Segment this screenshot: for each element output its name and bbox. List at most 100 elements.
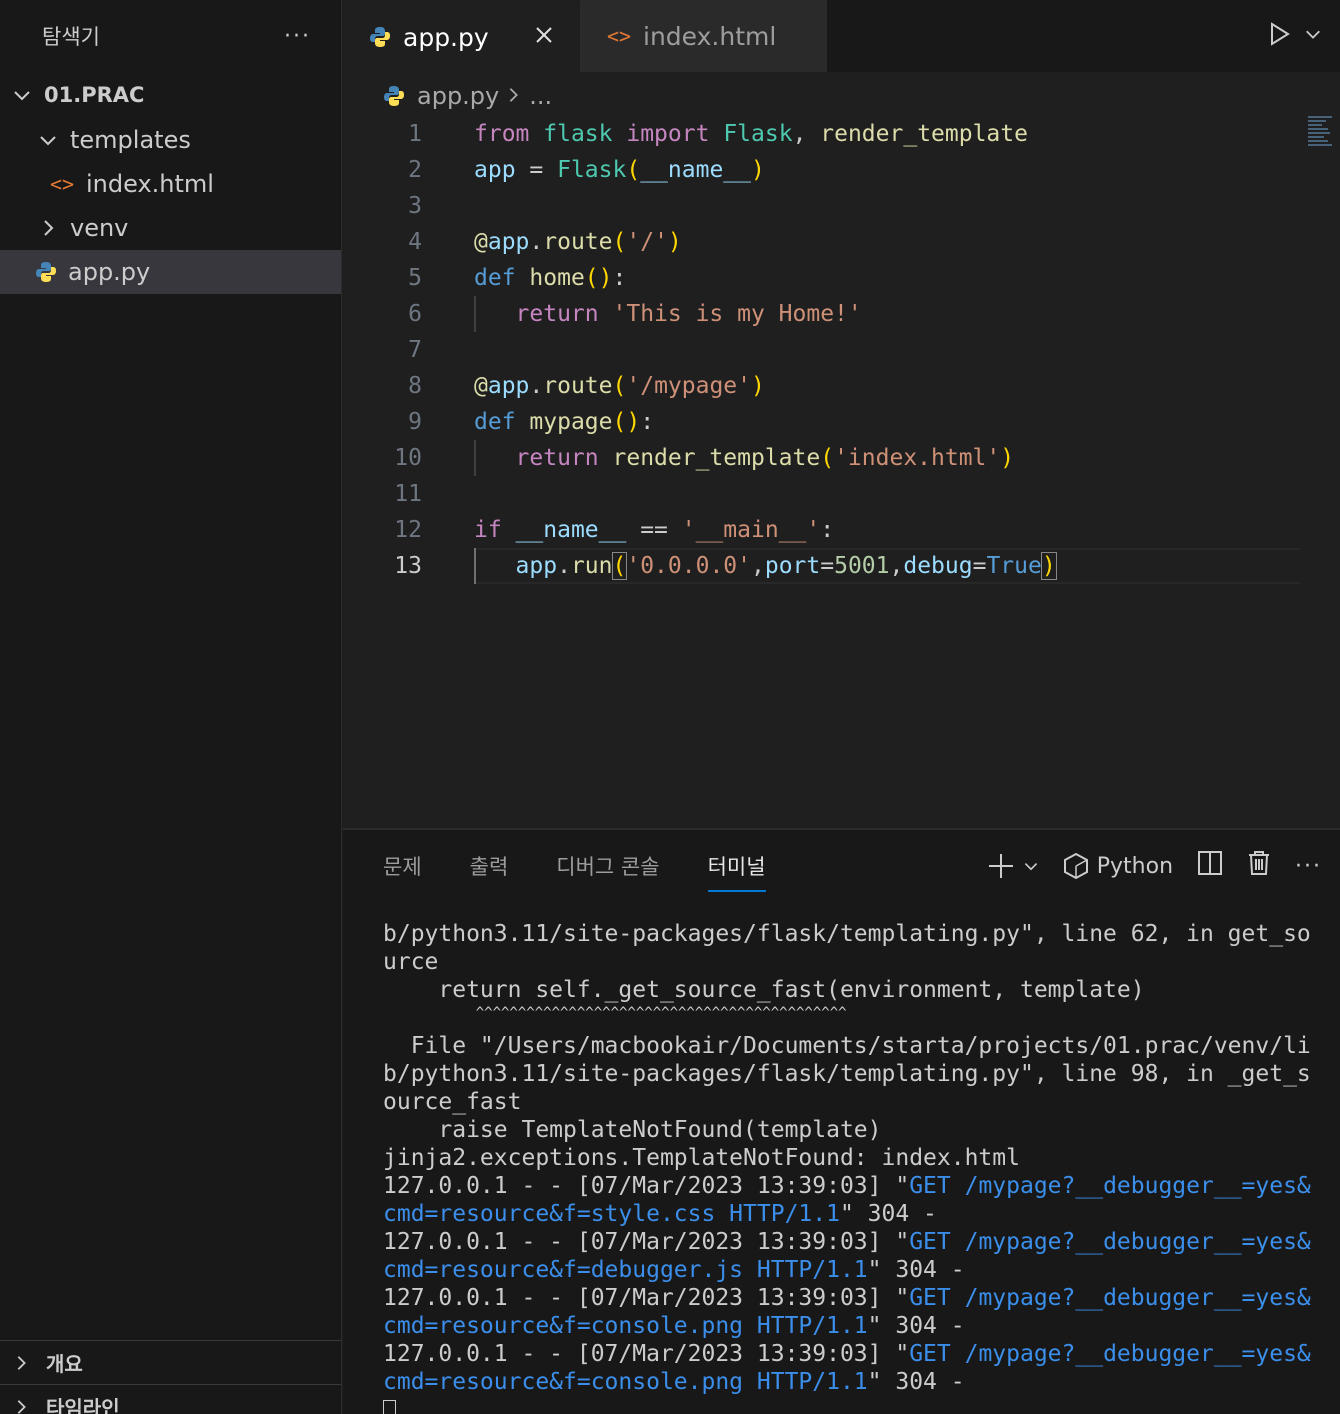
tree-item-templates[interactable]: templates <box>0 118 341 162</box>
terminal-shell-selector[interactable]: Python <box>1063 852 1173 880</box>
terminal-line: raise TemplateNotFound(template) <box>383 1117 882 1143</box>
editor-tabbar: app.py <> index.html <box>343 0 1340 72</box>
tree-item-app-py[interactable]: app.py <box>0 250 341 294</box>
tree-item-venv[interactable]: venv <box>0 206 341 250</box>
more-actions-icon[interactable]: ··· <box>1295 854 1322 879</box>
code-line: 11 <box>343 476 1340 512</box>
panel-actions: Python ··· <box>987 830 1322 902</box>
chevron-right-icon <box>10 1354 32 1372</box>
log-request-cont: cmd=resource&f=console.png HTTP/1.1 <box>383 1313 868 1339</box>
timeline-section[interactable]: 타임라인 <box>0 1384 341 1414</box>
editor-actions <box>1266 0 1322 72</box>
run-icon[interactable] <box>1266 21 1292 51</box>
chevron-down-icon <box>1024 863 1037 871</box>
log-prefix: 127.0.0.1 - - [07/Mar/2023 13:39:03] " <box>383 1229 910 1255</box>
tab-app-py[interactable]: app.py <box>343 0 581 72</box>
python-file-icon <box>369 26 391 48</box>
section-label: 타임라인 <box>46 1396 120 1414</box>
tab-terminal[interactable]: 터미널 <box>707 830 766 902</box>
sidebar-bottom-sections: 개요 타임라인 <box>0 1340 341 1414</box>
log-prefix: 127.0.0.1 - - [07/Mar/2023 13:39:03] " <box>383 1285 910 1311</box>
terminal-output[interactable]: b/python3.11/site-packages/flask/templat… <box>383 920 1322 1414</box>
code-text: return render_template('index.html') <box>515 445 1015 471</box>
log-request: GET /mypage?__debugger__=yes& <box>909 1285 1311 1311</box>
tab-label: index.html <box>643 21 777 51</box>
tree-item-index-html[interactable]: <> index.html <box>0 162 341 206</box>
terminal-line: b/python3.11/site-packages/flask/templat… <box>383 1061 1311 1087</box>
outline-section[interactable]: 개요 <box>0 1340 341 1384</box>
close-icon[interactable] <box>534 22 554 52</box>
explorer-header: 탐색기 ··· <box>0 0 341 72</box>
tree-item-label: index.html <box>86 170 214 198</box>
code-line: 5 def home(): <box>343 260 1340 296</box>
request-log-line: 127.0.0.1 - - [07/Mar/2023 13:39:03] "GE… <box>383 1228 1322 1256</box>
split-terminal-icon[interactable] <box>1197 850 1223 882</box>
code-text: @app.route('/mypage') <box>474 373 765 399</box>
code-text: def home(): <box>474 265 627 291</box>
breadcrumb: app.py ... <box>343 72 1340 120</box>
code-line: 9 def mypage(): <box>343 404 1340 440</box>
breadcrumb-file[interactable]: app.py <box>417 82 499 110</box>
line-number: 3 <box>408 193 422 219</box>
code-text: if __name__ == '__main__': <box>474 517 835 543</box>
chevron-right-icon <box>10 1398 32 1414</box>
explorer-title: 탐색기 <box>42 25 100 49</box>
code-line: 8 @app.route('/mypage') <box>343 368 1340 404</box>
line-number: 8 <box>408 373 422 399</box>
tab-label: app.py <box>403 22 489 52</box>
python-file-icon <box>383 85 405 107</box>
line-number: 7 <box>408 337 422 363</box>
log-suffix: " 304 - <box>839 1201 937 1227</box>
breadcrumb-symbol[interactable]: ... <box>529 82 552 110</box>
tab-problems[interactable]: 문제 <box>383 830 422 902</box>
minimap[interactable] <box>1308 116 1334 168</box>
code-text: return 'This is my Home!' <box>515 301 862 327</box>
line-number: 1 <box>408 121 422 147</box>
panel-tabbar: 문제 출력 디버그 콘솔 터미널 Python ··· <box>343 830 1340 902</box>
code-line: 7 <box>343 332 1340 368</box>
terminal-line: urce <box>383 949 439 975</box>
terminal-line: return self._get_source_fast(environment… <box>383 977 1145 1003</box>
new-terminal-button[interactable] <box>987 852 1039 880</box>
code-text: def mypage(): <box>474 409 655 435</box>
log-request: GET /mypage?__debugger__=yes& <box>909 1341 1311 1367</box>
html-file-icon: <> <box>607 24 632 48</box>
more-actions-icon[interactable]: ··· <box>284 24 311 49</box>
code-text: app.run('0.0.0.0',port=5001,debug=True) <box>515 552 1057 580</box>
bottom-panel: 문제 출력 디버그 콘솔 터미널 Python ··· b/python3.11… <box>343 828 1340 1414</box>
chevron-down-icon <box>10 83 34 107</box>
shell-label: Python <box>1096 853 1174 879</box>
log-request-cont: cmd=resource&f=debugger.js HTTP/1.1 <box>383 1257 868 1283</box>
root-folder-label: 01.PRAC <box>44 83 145 107</box>
terminal-line: ource_fast <box>383 1089 522 1115</box>
tree-item-label: app.py <box>68 258 151 286</box>
code-line: 3 <box>343 188 1340 224</box>
tab-index-html[interactable]: <> index.html <box>581 0 827 72</box>
log-suffix: " 304 - <box>867 1369 965 1395</box>
chevron-down-icon <box>36 128 60 152</box>
line-number: 12 <box>394 517 422 543</box>
tab-debug-console[interactable]: 디버그 콘솔 <box>556 830 659 902</box>
request-log-line: cmd=resource&f=debugger.js HTTP/1.1" 304… <box>383 1256 1322 1284</box>
folder-root[interactable]: 01.PRAC <box>0 72 341 118</box>
chevron-right-icon <box>36 216 60 240</box>
request-log-line: cmd=resource&f=style.css HTTP/1.1" 304 - <box>383 1200 1322 1228</box>
code-editor[interactable]: 1 from flask import Flask, render_templat… <box>343 116 1340 584</box>
log-prefix: 127.0.0.1 - - [07/Mar/2023 13:39:03] " <box>383 1173 910 1199</box>
log-suffix: " 304 - <box>867 1257 965 1283</box>
code-text: from flask import Flask, render_template <box>474 121 1028 147</box>
terminal-prompt[interactable] <box>383 1396 1322 1414</box>
trash-icon[interactable] <box>1247 850 1271 882</box>
tab-output[interactable]: 출력 <box>470 830 509 902</box>
line-number: 4 <box>408 229 422 255</box>
code-line: 12 if __name__ == '__main__': <box>343 512 1340 548</box>
line-number: 10 <box>394 445 422 471</box>
terminal-line: File "/Users/macbookair/Documents/starta… <box>383 1033 1311 1059</box>
log-request: GET /mypage?__debugger__=yes& <box>909 1229 1311 1255</box>
line-number: 9 <box>408 409 422 435</box>
terminal-cursor <box>383 1399 396 1414</box>
chevron-down-icon[interactable] <box>1304 25 1322 47</box>
log-request-cont: cmd=resource&f=console.png HTTP/1.1 <box>383 1369 868 1395</box>
code-text: @app.route('/') <box>474 229 682 255</box>
chevron-right-icon <box>507 82 521 110</box>
